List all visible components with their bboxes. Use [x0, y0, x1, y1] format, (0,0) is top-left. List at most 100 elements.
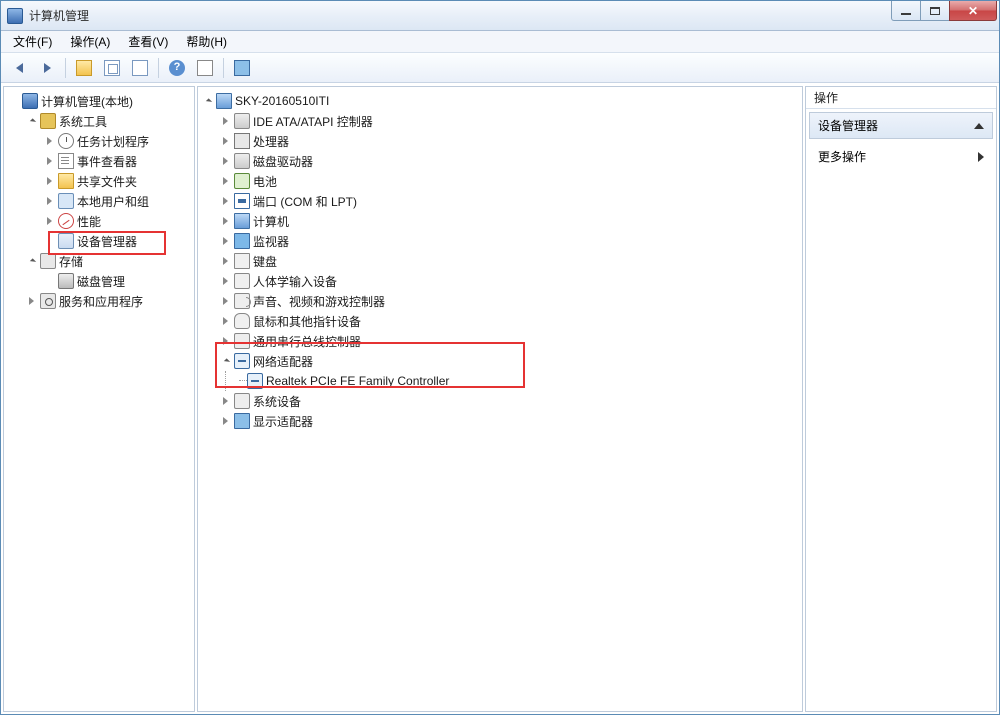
device-manager-icon [58, 233, 74, 249]
expander-icon[interactable] [220, 336, 231, 347]
storage-icon [40, 253, 56, 269]
left-tree: 计算机管理(本地) 系统工具 任务计划程序 [4, 87, 194, 711]
forward-button[interactable] [35, 56, 59, 80]
users-icon [58, 193, 74, 209]
close-button[interactable]: ✕ [949, 1, 997, 21]
folder-icon [58, 173, 74, 189]
dev-keyboard[interactable]: 键盘 [220, 251, 800, 271]
tree-local-users[interactable]: 本地用户和组 [44, 191, 192, 211]
toolbar-separator [223, 58, 224, 78]
dev-system[interactable]: 系统设备 [220, 391, 800, 411]
list-button[interactable] [128, 56, 152, 80]
tree-performance[interactable]: 性能 [44, 211, 192, 231]
dev-display[interactable]: 显示适配器 [220, 411, 800, 431]
minimize-icon [901, 13, 911, 15]
tree-root[interactable]: 计算机管理(本地) [8, 91, 192, 111]
expander-icon[interactable] [220, 356, 231, 367]
expander-icon[interactable] [220, 196, 231, 207]
dev-computer[interactable]: SKY-20160510ITI [202, 91, 800, 111]
grid-icon [104, 60, 120, 76]
right-item-more-ops[interactable]: 更多操作 [806, 142, 996, 171]
up-button[interactable] [72, 56, 96, 80]
tree-shared-folders[interactable]: 共享文件夹 [44, 171, 192, 191]
monitor-button[interactable] [230, 56, 254, 80]
dev-battery[interactable]: 电池 [220, 171, 800, 191]
dev-ports[interactable]: 端口 (COM 和 LPT) [220, 191, 800, 211]
pc-icon [216, 93, 232, 109]
usb-icon [234, 333, 250, 349]
menu-view[interactable]: 查看(V) [120, 31, 176, 52]
grid-button[interactable] [100, 56, 124, 80]
dev-ide[interactable]: IDE ATA/ATAPI 控制器 [220, 111, 800, 131]
expander-icon[interactable] [220, 216, 231, 227]
monitor-icon [234, 60, 250, 76]
tree-device-manager[interactable]: 设备管理器 [44, 231, 192, 251]
help-icon: ? [169, 60, 185, 76]
properties-icon [197, 60, 213, 76]
expander-icon[interactable] [44, 216, 55, 227]
tree-services-apps[interactable]: 服务和应用程序 [26, 291, 192, 311]
dev-monitors[interactable]: 监视器 [220, 231, 800, 251]
expander-icon[interactable] [44, 196, 55, 207]
expander-icon[interactable] [26, 256, 37, 267]
display-icon [234, 413, 250, 429]
tree-event-viewer[interactable]: 事件查看器 [44, 151, 192, 171]
dev-hid[interactable]: 人体学输入设备 [220, 271, 800, 291]
menu-help[interactable]: 帮助(H) [178, 31, 235, 52]
menu-file[interactable]: 文件(F) [5, 31, 60, 52]
dev-processor[interactable]: 处理器 [220, 131, 800, 151]
expander-icon[interactable] [220, 276, 231, 287]
expander-icon[interactable] [220, 256, 231, 267]
dev-computers[interactable]: 计算机 [220, 211, 800, 231]
expander-icon[interactable] [220, 396, 231, 407]
right-panel: 操作 设备管理器 更多操作 [805, 86, 997, 712]
left-panel: 计算机管理(本地) 系统工具 任务计划程序 [3, 86, 195, 712]
expander-icon[interactable] [220, 156, 231, 167]
menu-action[interactable]: 操作(A) [62, 31, 118, 52]
expander-icon[interactable] [220, 296, 231, 307]
chevron-up-icon [974, 123, 984, 129]
expander-icon[interactable] [44, 136, 55, 147]
tree-disk-management[interactable]: 磁盘管理 [44, 271, 192, 291]
expander-icon[interactable] [202, 96, 213, 107]
minimize-button[interactable] [891, 1, 921, 21]
expander-icon[interactable] [44, 176, 55, 187]
dev-network[interactable]: 网络适配器 [220, 351, 800, 371]
network-adapter-icon [247, 373, 263, 389]
expander-icon[interactable] [26, 296, 37, 307]
dev-mouse[interactable]: 鼠标和其他指针设备 [220, 311, 800, 331]
tree-system-tools[interactable]: 系统工具 [26, 111, 192, 131]
chip-icon [234, 133, 250, 149]
expander-icon[interactable] [26, 116, 37, 127]
expander-icon[interactable] [220, 136, 231, 147]
expander-icon[interactable] [220, 116, 231, 127]
expander-icon[interactable] [220, 316, 231, 327]
dev-disk[interactable]: 磁盘驱动器 [220, 151, 800, 171]
hdd-icon [234, 153, 250, 169]
arrow-left-icon [16, 63, 23, 73]
dev-audio[interactable]: 声音、视频和游戏控制器 [220, 291, 800, 311]
computer-icon [22, 93, 38, 109]
expander-icon[interactable] [220, 416, 231, 427]
tree-task-scheduler[interactable]: 任务计划程序 [44, 131, 192, 151]
back-button[interactable] [7, 56, 31, 80]
clock-icon [58, 133, 74, 149]
expander-icon[interactable] [44, 156, 55, 167]
chevron-right-icon [978, 152, 984, 162]
toolbar-separator [65, 58, 66, 78]
window-title: 计算机管理 [29, 7, 89, 24]
properties-button[interactable] [193, 56, 217, 80]
disk-icon [58, 273, 74, 289]
help-button[interactable]: ? [165, 56, 189, 80]
expander-icon[interactable] [220, 236, 231, 247]
dev-usb[interactable]: 通用串行总线控制器 [220, 331, 800, 351]
right-section-device-manager[interactable]: 设备管理器 [809, 112, 993, 139]
tree-storage[interactable]: 存储 [26, 251, 192, 271]
main-area: 计算机管理(本地) 系统工具 任务计划程序 [1, 83, 999, 714]
dev-network-device[interactable]: Realtek PCIe FE Family Controller [244, 371, 800, 391]
maximize-button[interactable] [920, 1, 950, 21]
expander-icon[interactable] [220, 176, 231, 187]
maximize-icon [930, 7, 940, 15]
center-panel: SKY-20160510ITI IDE ATA/ATAPI 控制器 处理器 磁盘… [197, 86, 803, 712]
toolbar-separator [158, 58, 159, 78]
